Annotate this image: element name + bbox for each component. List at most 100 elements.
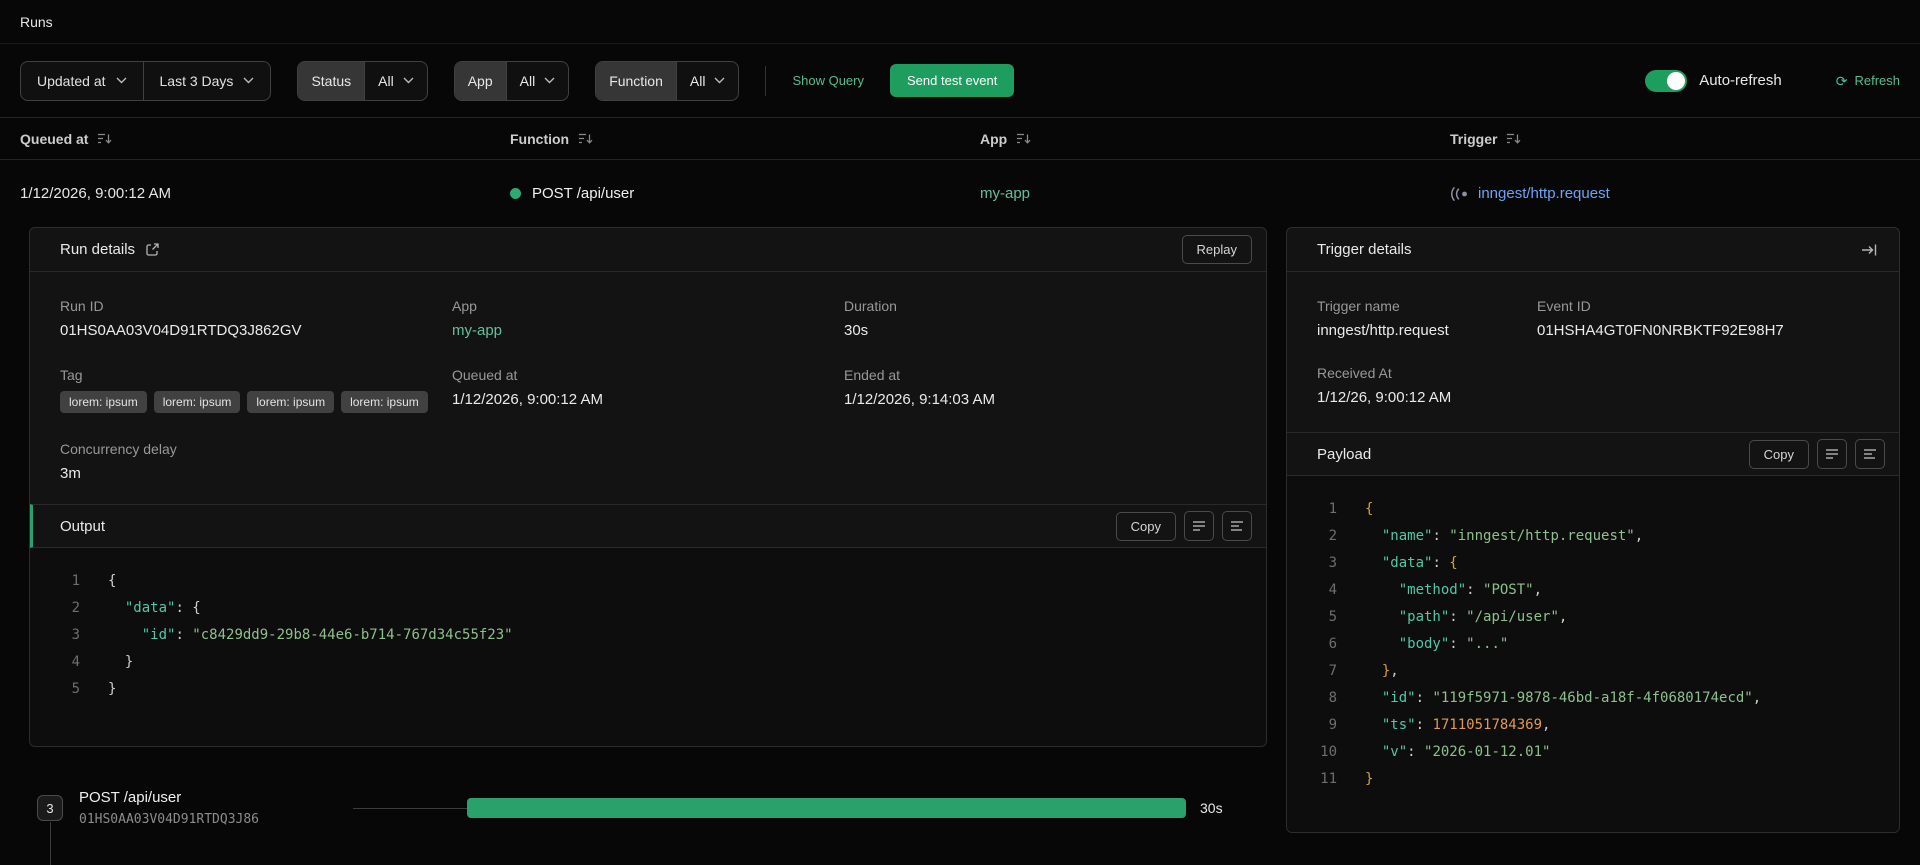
- run-details-card: Run details Replay Run ID 01HS0AA03V04D9…: [29, 227, 1267, 747]
- trigger-details-card: Trigger details Trigger name inngest/htt…: [1286, 227, 1900, 833]
- timeline-step-id: 01HS0AA03V04D91RTDQ3J86: [79, 812, 260, 827]
- filter-divider: [765, 65, 767, 96]
- field-tag: Tag lorem: ipsum lorem: ipsum lorem: ipsum…: [60, 367, 452, 413]
- timeline-step-name: POST /api/user: [79, 789, 182, 806]
- trigger-link[interactable]: inngest/http.request: [1450, 185, 1920, 202]
- run-details-body: Run ID 01HS0AA03V04D91RTDQ3J862GV App my…: [30, 272, 1266, 504]
- time-range-select[interactable]: Last 3 Days: [142, 61, 271, 100]
- send-test-event-button[interactable]: Send test event: [890, 64, 1015, 97]
- sort-icon: [579, 133, 593, 144]
- refresh-button[interactable]: ⟳ Refresh: [1836, 73, 1900, 88]
- code-line: 4 "method": "POST",: [1328, 582, 1543, 598]
- field-queued-at: Queued at 1/12/2026, 9:00:12 AM: [452, 367, 603, 408]
- timeline-duration: 30s: [1200, 800, 1223, 816]
- trigger-details-header: Trigger details: [1287, 228, 1899, 272]
- code-line: 7 },: [1328, 663, 1399, 679]
- auto-refresh-label: Auto-refresh: [1699, 72, 1782, 89]
- left-column: Run details Replay Run ID 01HS0AA03V04D9…: [29, 227, 1267, 865]
- status-filter-label: Status: [298, 61, 365, 100]
- updated-at-select[interactable]: Updated at: [21, 62, 142, 100]
- app-filter-select[interactable]: All: [505, 61, 569, 100]
- replay-button[interactable]: Replay: [1181, 235, 1252, 264]
- tag-badge: lorem: ipsum: [60, 391, 147, 413]
- wrap-lines-icon: [1193, 521, 1205, 531]
- wrap-lines-button[interactable]: [1184, 511, 1214, 541]
- show-query-link[interactable]: Show Query: [792, 73, 864, 88]
- app-link[interactable]: my-app: [980, 185, 1030, 202]
- copy-payload-button[interactable]: Copy: [1748, 439, 1809, 469]
- column-header-trigger[interactable]: Trigger: [1450, 131, 1920, 147]
- output-title: Output: [60, 517, 106, 535]
- function-filter-value: All: [689, 72, 706, 89]
- trigger-details-title: Trigger details: [1317, 241, 1412, 258]
- code-line: 10 "v": "2026-01-12.01": [1320, 744, 1551, 760]
- sort-icon: [1017, 133, 1031, 144]
- field-trigger-name: Trigger name inngest/http.request: [1317, 298, 1449, 339]
- timeline-connector-line: [353, 807, 467, 809]
- run-app-cell: my-app: [980, 185, 1450, 202]
- step-count-badge-wrap: 3: [37, 795, 63, 865]
- run-queued-at: 1/12/2026, 9:00:12 AM: [20, 185, 171, 202]
- code-line: 8 "id": "119f5971-9878-46bd-a18f-4f06801…: [1328, 690, 1762, 706]
- function-filter-label: Function: [596, 61, 676, 100]
- filter-bar: Updated at Last 3 Days Status All App Al…: [0, 44, 1920, 118]
- code-line: 11}: [1320, 771, 1374, 787]
- column-header-app[interactable]: App: [980, 131, 1450, 147]
- run-row[interactable]: 1/12/2026, 9:00:12 AM POST /api/user my-…: [0, 160, 1920, 227]
- run-function-name: POST /api/user: [532, 185, 635, 202]
- app-filter-value: All: [519, 72, 536, 89]
- run-function-cell: POST /api/user: [510, 185, 980, 202]
- status-dot-icon: [510, 188, 521, 199]
- align-left-button[interactable]: [1855, 439, 1885, 469]
- auto-refresh-control: Auto-refresh: [1645, 69, 1782, 92]
- app-filter-label: App: [454, 61, 506, 100]
- column-header-queued-at[interactable]: Queued at: [20, 131, 510, 147]
- runs-table-header: Queued at Function App Trigger: [0, 118, 1920, 160]
- align-left-button[interactable]: [1222, 511, 1252, 541]
- column-header-function[interactable]: Function: [510, 131, 980, 147]
- code-line: 1{: [1328, 501, 1374, 517]
- run-details-title: Run details: [60, 241, 136, 258]
- chevron-down-icon: [714, 77, 725, 84]
- code-line: 2 "name": "inngest/http.request",: [1328, 528, 1644, 544]
- chevron-down-icon: [243, 77, 254, 84]
- trigger-link-label: inngest/http.request: [1478, 185, 1610, 202]
- run-timeline: 3 POST /api/user 01HS0AA03V04D91RTDQ3J86…: [29, 789, 1267, 865]
- payload-section-header: Payload Copy: [1287, 432, 1899, 476]
- sort-icon: [98, 133, 112, 144]
- wrap-lines-button[interactable]: [1817, 439, 1847, 469]
- code-line: 5}: [71, 681, 117, 697]
- tag-badge: lorem: ipsum: [247, 391, 335, 413]
- app-link[interactable]: my-app: [452, 322, 844, 339]
- app-filter: App All: [453, 60, 570, 101]
- align-left-icon: [1231, 521, 1243, 531]
- time-range-label: Last 3 Days: [159, 72, 234, 89]
- function-filter-select[interactable]: All: [675, 61, 739, 100]
- status-filter-select[interactable]: All: [364, 61, 427, 100]
- trigger-details-body: Trigger name inngest/http.request Event …: [1287, 272, 1899, 432]
- webhook-icon: [1451, 186, 1467, 201]
- code-line: 9 "ts": 1711051784369,: [1328, 717, 1551, 733]
- run-details-header: Run details Replay: [30, 228, 1266, 272]
- timeline-step-info: POST /api/user 01HS0AA03V04D91RTDQ3J86: [79, 789, 353, 827]
- external-link-icon[interactable]: [145, 242, 160, 257]
- timeline-progress-bar[interactable]: [467, 798, 1186, 818]
- field-app: App my-app: [452, 298, 844, 339]
- step-count-badge[interactable]: 3: [37, 795, 63, 821]
- top-bar: Runs: [0, 0, 1920, 44]
- code-line: 3 "data": {: [1328, 555, 1458, 571]
- chevron-down-icon: [116, 77, 126, 84]
- field-concurrency-delay: Concurrency delay 3m: [60, 441, 177, 482]
- output-code-block: 1{2 "data": {3 "id": "c8429dd9-29b8-44e6…: [30, 548, 1266, 746]
- updated-at-label: Updated at: [37, 72, 106, 89]
- runs-page: Runs Updated at Last 3 Days Status All A…: [0, 0, 1920, 865]
- collapse-right-icon[interactable]: [1861, 243, 1877, 257]
- tag-badge: lorem: ipsum: [341, 391, 428, 413]
- chevron-down-icon: [403, 77, 414, 84]
- wrap-lines-icon: [1826, 449, 1838, 459]
- field-event-id: Event ID 01HSHA4GT0FN0NRBKTF92E98H7: [1537, 298, 1784, 339]
- code-line: 4 }: [71, 654, 134, 670]
- copy-output-button[interactable]: Copy: [1115, 511, 1176, 541]
- sort-icon: [1507, 133, 1521, 144]
- auto-refresh-toggle[interactable]: [1645, 69, 1688, 92]
